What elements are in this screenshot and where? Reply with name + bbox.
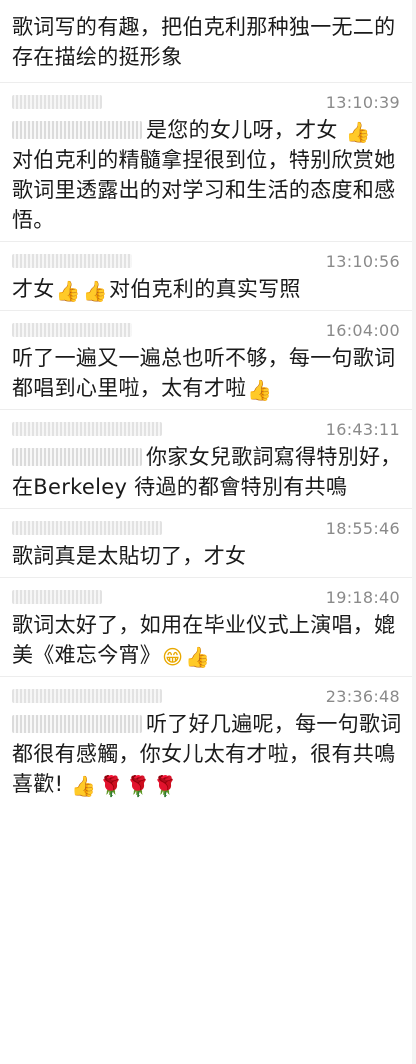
- rose-icon: 🌹: [98, 774, 124, 798]
- comment-text: 歌词太好了，如用在毕业仪式上演唱，媲美《难忘今宵》😁 👍: [12, 610, 404, 670]
- comment-time: 18:55:46: [325, 519, 400, 538]
- comment-time: 23:36:48: [325, 687, 400, 706]
- comment-item[interactable]: 16:04:00 听了一遍又一遍总也听不够，每一句歌词都唱到心里啦，太有才啦👍: [0, 310, 416, 409]
- comment-meta: 16:43:11: [12, 418, 404, 440]
- thumbs-up-icon: 👍: [82, 279, 109, 303]
- blurred-username: [12, 254, 132, 268]
- blurred-username: [12, 95, 102, 109]
- thumbs-up-icon: 👍: [185, 645, 211, 669]
- thumbs-up-icon: 👍: [247, 378, 273, 402]
- comment-time: 19:18:40: [325, 588, 400, 607]
- comment-text-part: 对伯克利的精髓拿捏很到位，特别欣赏她歌词里透露出的对学习和生活的态度和感悟。: [12, 148, 396, 232]
- comment-text: 是您的女儿呀，才女 👍 对伯克利的精髓拿捏很到位，特别欣赏她歌词里透露出的对学习…: [12, 115, 404, 235]
- comment-meta: 13:10:56: [12, 250, 404, 272]
- intro-comment-text: 歌词写的有趣，把伯克利那种独一无二的存在描绘的挺形象: [12, 15, 396, 69]
- comment-text-part: 对伯克利的真实写照: [109, 277, 301, 301]
- thumbs-up-icon: 👍: [55, 279, 81, 303]
- thumbs-up-icon: 👍: [345, 120, 371, 144]
- comment-text-part: 才女: [12, 277, 55, 301]
- comment-text-part: 是您的女儿呀，才女: [146, 118, 338, 142]
- blurred-username: [12, 689, 162, 703]
- comment-text-part: 听了一遍又一遍总也听不够，每一句歌词都唱到心里啦，太有才啦: [12, 346, 396, 400]
- comment-meta: 23:36:48: [12, 685, 404, 707]
- comment-text: 你家女兒歌詞寫得特別好，在Berkeley 待過的都會特別有共鳴: [12, 442, 404, 502]
- thumbs-up-icon: 👍: [71, 774, 97, 798]
- comment-meta: 18:55:46: [12, 517, 404, 539]
- comment-text: 才女👍 👍对伯克利的真实写照: [12, 274, 404, 304]
- comment-time: 13:10:56: [325, 252, 400, 271]
- comment-meta: 13:10:39: [12, 91, 404, 113]
- blurred-username: [12, 422, 162, 436]
- comment-item[interactable]: 13:10:39 是您的女儿呀，才女 👍 对伯克利的精髓拿捏很到位，特别欣赏她歌…: [0, 82, 416, 241]
- comment-item[interactable]: 16:43:11 你家女兒歌詞寫得特別好，在Berkeley 待過的都會特別有共…: [0, 409, 416, 508]
- comment-text: 听了一遍又一遍总也听不够，每一句歌词都唱到心里啦，太有才啦👍: [12, 343, 404, 403]
- comment-time: 16:04:00: [325, 321, 400, 340]
- comment-text: 歌詞真是太貼切了，才女: [12, 544, 247, 568]
- rose-icon: 🌹: [125, 774, 151, 798]
- grin-icon: 😁: [162, 645, 184, 669]
- blurred-username: [12, 590, 102, 604]
- comment-item[interactable]: 18:55:46 歌詞真是太貼切了，才女: [0, 508, 416, 577]
- blurred-mention: [12, 448, 142, 466]
- comment-text: 听了好几遍呢，每一句歌词都很有感觸，你女儿太有才啦，很有共鳴 喜歡! 👍 🌹 🌹 🌹: [12, 709, 404, 799]
- blurred-username: [12, 323, 132, 337]
- comment-meta: 19:18:40: [12, 586, 404, 608]
- rose-icon: 🌹: [152, 774, 179, 798]
- scroll-edge: [412, 0, 416, 1064]
- comment-item[interactable]: 23:36:48 听了好几遍呢，每一句歌词都很有感觸，你女儿太有才啦，很有共鳴 …: [0, 676, 416, 805]
- blurred-username: [12, 521, 162, 535]
- comment-item[interactable]: 19:18:40 歌词太好了，如用在毕业仪式上演唱，媲美《难忘今宵》😁 👍: [0, 577, 416, 676]
- comment-item[interactable]: 13:10:56 才女👍 👍对伯克利的真实写照: [0, 241, 416, 310]
- comment-meta: 16:04:00: [12, 319, 404, 341]
- comment-time: 16:43:11: [325, 420, 400, 439]
- comment-time: 13:10:39: [325, 93, 400, 112]
- blurred-mention: [12, 121, 142, 139]
- blurred-mention: [12, 715, 142, 733]
- comment-feed: 歌词写的有趣，把伯克利那种独一无二的存在描绘的挺形象 13:10:39 是您的女…: [0, 0, 416, 805]
